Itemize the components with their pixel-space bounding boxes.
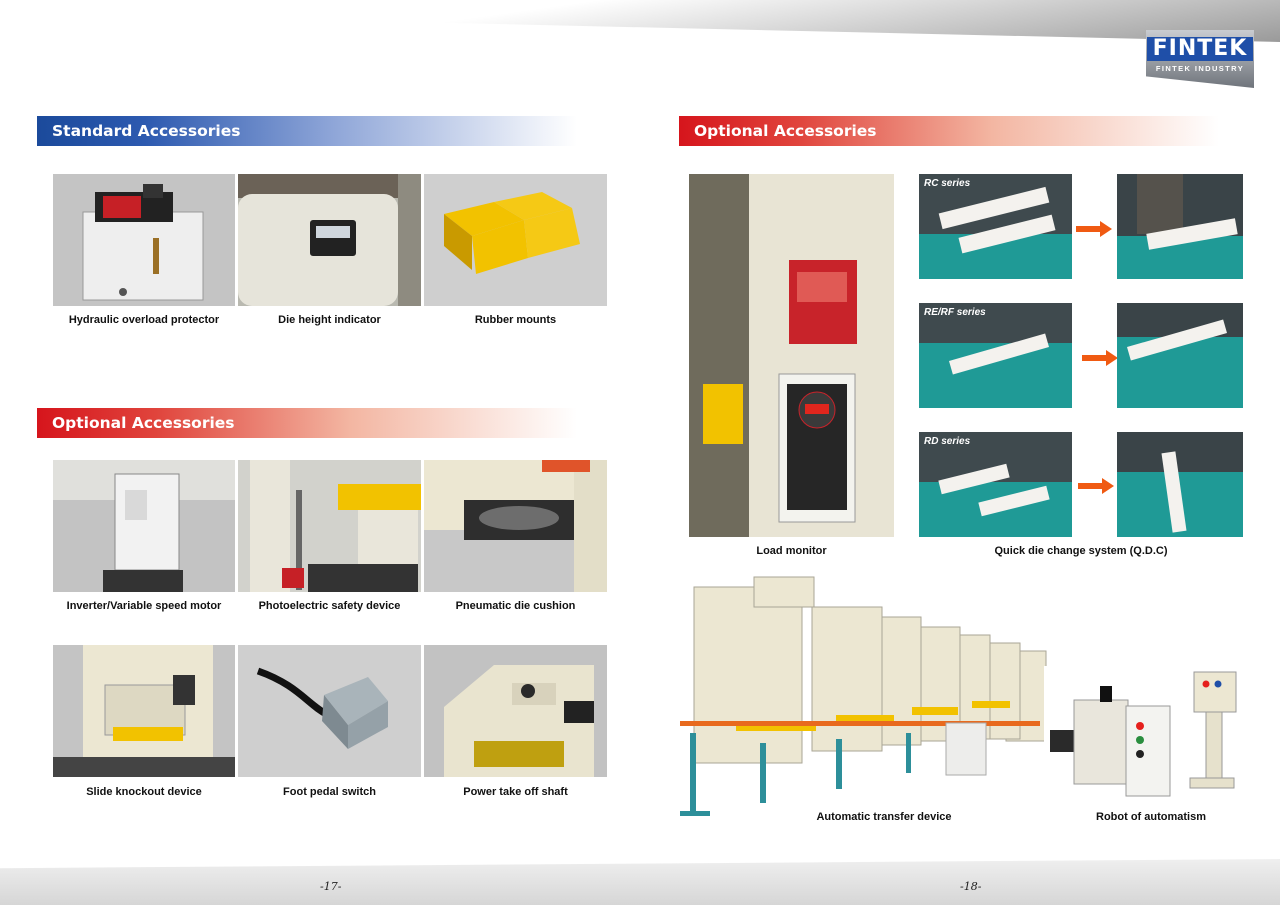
photo-power-take-off-shaft	[424, 645, 607, 777]
top-decorative-band	[0, 0, 1280, 42]
fintek-logo: FINTEK FINTEK INDUSTRY	[1146, 30, 1254, 88]
photo-pneumatic-die-cushion	[424, 460, 607, 592]
photo-automatic-transfer-device	[676, 573, 1066, 823]
photo-qdc-rc-after	[1117, 174, 1243, 279]
caption-load-monitor: Load monitor	[756, 545, 827, 557]
series-label-rerf: RE/RF series	[924, 307, 986, 318]
photo-slide-knockout-device	[53, 645, 235, 777]
standard-accessories-header: Standard Accessories	[37, 116, 577, 146]
caption-robot-of-automatism: Robot of automatism	[1096, 811, 1206, 823]
caption-automatic-transfer-device: Automatic transfer device	[816, 811, 952, 823]
logo-brand-name: FINTEK	[1146, 37, 1254, 61]
photo-load-monitor	[689, 174, 894, 537]
caption-die-height-indicator: Die height indicator	[278, 314, 381, 326]
logo-brand-subtitle: FINTEK INDUSTRY	[1155, 64, 1245, 73]
series-label-rc: RC series	[924, 178, 971, 189]
photo-qdc-rd-before: RD series	[919, 432, 1072, 537]
caption-quick-die-change: Quick die change system (Q.D.C)	[994, 545, 1168, 557]
page-number-left: -17-	[320, 880, 342, 893]
photo-qdc-rerf-before: RE/RF series	[919, 303, 1072, 408]
photo-rubber-mounts	[424, 174, 607, 306]
caption-photoelectric-safety-device: Photoelectric safety device	[258, 600, 401, 612]
caption-inverter-motor: Inverter/Variable speed motor	[66, 600, 222, 612]
photo-inverter-motor	[53, 460, 235, 592]
arrow-right-icon	[1078, 478, 1114, 494]
arrow-right-icon	[1076, 221, 1112, 237]
photo-hydraulic-overload-protector	[53, 174, 235, 306]
page-number-right: -18-	[960, 880, 982, 893]
caption-power-take-off-shaft: Power take off shaft	[463, 786, 568, 798]
right-optional-accessories-header: Optional Accessories	[679, 116, 1219, 146]
photo-die-height-indicator	[238, 174, 421, 306]
caption-slide-knockout-device: Slide knockout device	[86, 786, 202, 798]
series-label-rd: RD series	[924, 436, 971, 447]
photo-foot-pedal-switch	[238, 645, 421, 777]
photo-qdc-rc-before: RC series	[919, 174, 1072, 279]
photo-robot-of-automatism	[1044, 666, 1254, 806]
bottom-decorative-band	[0, 859, 1280, 905]
photo-photoelectric-safety-device	[238, 460, 421, 592]
left-optional-accessories-header: Optional Accessories	[37, 408, 577, 438]
caption-pneumatic-die-cushion: Pneumatic die cushion	[455, 600, 576, 612]
caption-foot-pedal-switch: Foot pedal switch	[283, 786, 376, 798]
photo-qdc-rerf-after	[1117, 303, 1243, 408]
caption-hydraulic-overload-protector: Hydraulic overload protector	[68, 314, 220, 326]
arrow-right-icon	[1082, 350, 1118, 366]
photo-qdc-rd-after	[1117, 432, 1243, 537]
caption-rubber-mounts: Rubber mounts	[474, 314, 557, 326]
